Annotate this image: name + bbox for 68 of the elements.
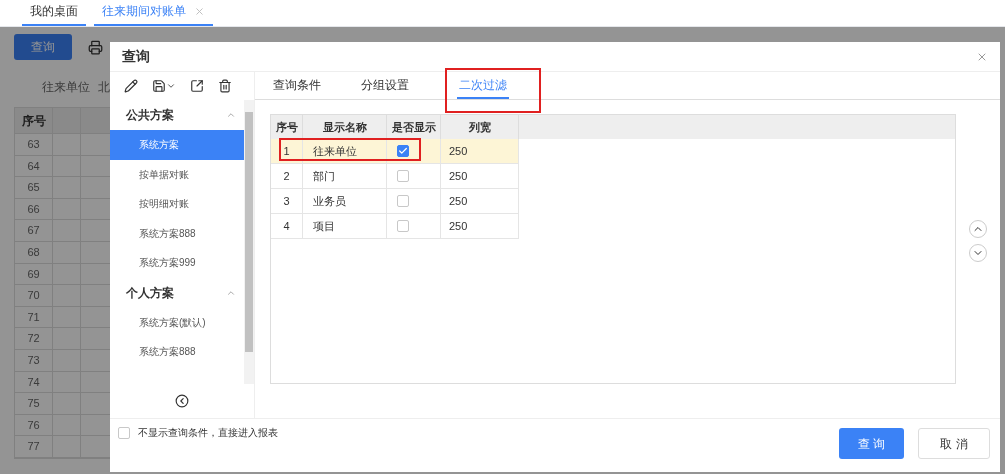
- table-cell: 75: [15, 393, 53, 414]
- checkbox[interactable]: [397, 195, 409, 207]
- table-cell: 250: [441, 164, 519, 188]
- table-cell: 2: [271, 164, 303, 188]
- table-cell: 67: [15, 220, 53, 241]
- table-row[interactable]: 2 部门 250: [271, 164, 519, 189]
- table-cell: 74: [15, 371, 53, 393]
- table-cell: 业务员: [303, 189, 387, 213]
- scheme-item[interactable]: 按明细对账: [110, 189, 244, 219]
- table-cell: 70: [15, 285, 53, 306]
- dialog-tab[interactable]: 分组设置: [359, 73, 411, 99]
- edit-icon[interactable]: [124, 79, 138, 93]
- checkbox[interactable]: [118, 427, 130, 439]
- dialog-tab[interactable]: 二次过滤: [457, 73, 509, 99]
- export-icon[interactable]: [190, 79, 204, 93]
- save-icon[interactable]: [152, 79, 176, 93]
- table-cell: 项目: [303, 214, 387, 238]
- scheme-item[interactable]: 系统方案888: [110, 337, 244, 367]
- table-cell: 4: [271, 214, 303, 238]
- cancel-button[interactable]: 取 消: [918, 428, 990, 459]
- checkbox[interactable]: [397, 145, 409, 157]
- table-cell: 3: [271, 189, 303, 213]
- page-tab[interactable]: 往来期间对账单: [94, 2, 213, 26]
- checkbox-label: 不显示查询条件，直接进入报表: [138, 427, 278, 439]
- printer-icon[interactable]: [88, 39, 103, 55]
- table-cell: 64: [15, 155, 53, 177]
- table-cell: 往来单位: [303, 139, 387, 163]
- delete-icon[interactable]: [218, 79, 232, 93]
- collapse-toggle[interactable]: [226, 110, 236, 120]
- table-row[interactable]: 3 业务员 250: [271, 189, 519, 214]
- filter-value: 北: [98, 79, 110, 96]
- dialog-tab[interactable]: 查询条件: [271, 73, 323, 99]
- table-cell: 77: [15, 436, 53, 457]
- table-cell: 76: [15, 414, 53, 436]
- table-cell: 72: [15, 328, 53, 349]
- table-row[interactable]: 4 项目 250: [271, 214, 519, 239]
- query-button[interactable]: 查 询: [839, 428, 904, 459]
- scheme-item[interactable]: 系统方案: [110, 130, 244, 160]
- column-header: 显示名称: [303, 115, 387, 139]
- close-icon[interactable]: [194, 5, 205, 17]
- table-cell: 65: [15, 177, 53, 198]
- dialog-title: 查询: [122, 47, 150, 66]
- table-cell: 63: [15, 134, 53, 155]
- table-cell: 73: [15, 349, 53, 371]
- check-icon: [398, 146, 408, 156]
- table-cell: 250: [441, 214, 519, 238]
- scheme-item[interactable]: 系统方案(默认): [110, 307, 244, 337]
- table-cell: 250: [441, 189, 519, 213]
- collapse-panel-icon[interactable]: [175, 394, 189, 408]
- scheme-item[interactable]: 按单据对账: [110, 159, 244, 189]
- scrollbar[interactable]: [244, 100, 254, 384]
- table-cell: 71: [15, 306, 53, 328]
- table-cell: 部门: [303, 164, 387, 188]
- page-tab[interactable]: 我的桌面: [22, 2, 86, 26]
- group-title: 公共方案: [126, 107, 174, 124]
- table-cell: 69: [15, 263, 53, 285]
- column-header: 序号: [15, 108, 53, 133]
- checkbox[interactable]: [397, 170, 409, 182]
- table-cell: 68: [15, 241, 53, 263]
- table-row[interactable]: 1 往来单位 250: [271, 139, 519, 164]
- scheme-item[interactable]: 系统方案999: [110, 248, 244, 278]
- table-cell: 250: [441, 139, 519, 163]
- table-cell: 66: [15, 198, 53, 220]
- checkbox[interactable]: [397, 220, 409, 232]
- filter-label: 往来单位: [42, 79, 90, 96]
- group-title: 个人方案: [126, 284, 174, 302]
- scheme-item[interactable]: 系统方案888: [110, 218, 244, 248]
- table-cell: 1: [271, 139, 303, 163]
